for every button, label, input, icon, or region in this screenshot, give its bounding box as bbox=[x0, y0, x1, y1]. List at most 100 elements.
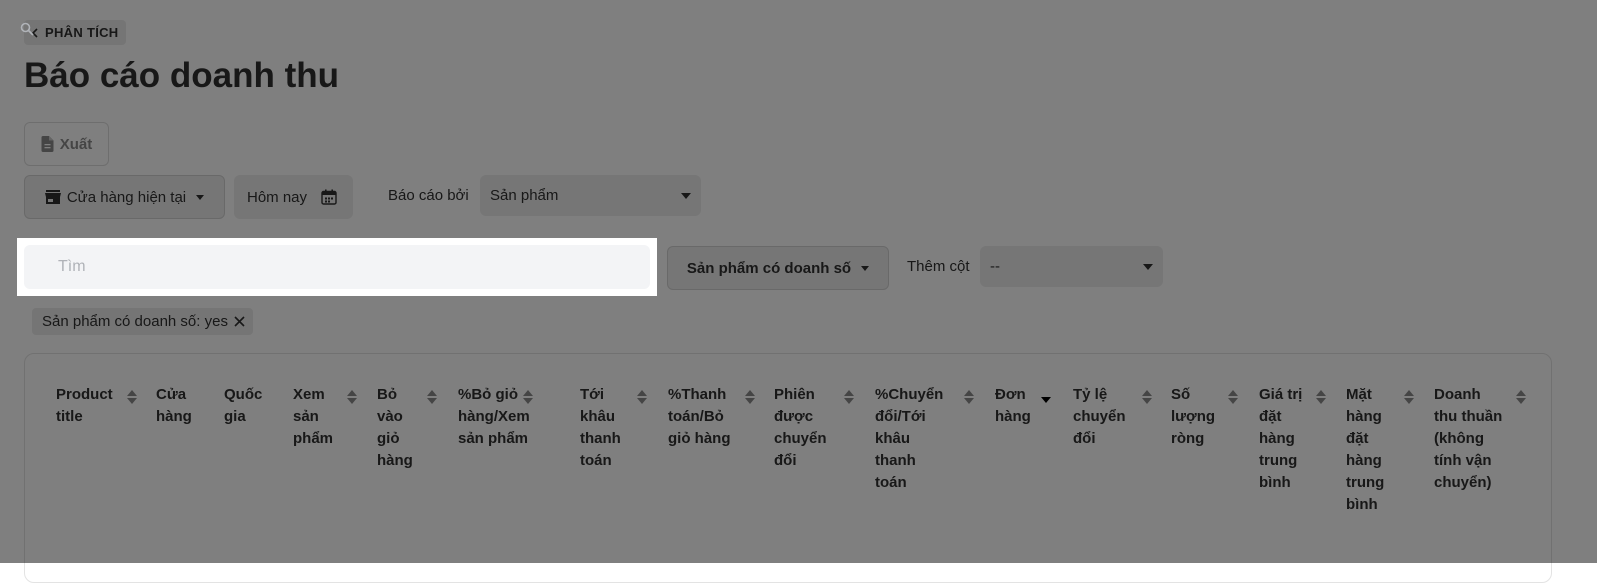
column-header[interactable]: %Bỏ giỏ hàng/Xem sản phẩm bbox=[458, 384, 530, 450]
search-highlight bbox=[17, 238, 657, 296]
column-header-line: (không bbox=[1434, 430, 1484, 447]
column-header[interactable]: Bỏ vào giỏ hàng bbox=[377, 384, 413, 472]
add-column-value: -- bbox=[990, 258, 1000, 275]
sort-icon[interactable] bbox=[427, 389, 437, 405]
store-selector-label: Cửa hàng hiện tại bbox=[66, 188, 187, 206]
column-header-line: chuyển bbox=[1073, 408, 1126, 425]
column-header[interactable]: Tỷ lệ chuyển đổi bbox=[1073, 384, 1126, 450]
column-header-line: hàng bbox=[1346, 452, 1382, 469]
column-header-line: Giá trị bbox=[1259, 386, 1303, 403]
column-header-line: trung bbox=[1259, 452, 1298, 469]
store-icon bbox=[44, 190, 61, 204]
column-header-line: Tỷ lệ bbox=[1073, 386, 1108, 403]
column-header-line: thanh bbox=[580, 430, 621, 447]
column-header[interactable]: Doanh thu thuần (không tính vận chuyển) bbox=[1434, 384, 1502, 494]
sort-icon[interactable] bbox=[745, 389, 755, 405]
product-filter-button[interactable]: Sản phẩm có doanh số bbox=[667, 246, 889, 290]
column-header-line: Số bbox=[1171, 386, 1191, 403]
column-header-line: toán bbox=[580, 452, 612, 469]
column-header-line: ròng bbox=[1171, 430, 1205, 447]
column-header[interactable]: Mặt hàng đặt hàng trung bình bbox=[1346, 384, 1384, 516]
column-header-line: bình bbox=[1259, 474, 1291, 491]
column-header[interactable]: Quốc gia bbox=[224, 384, 262, 428]
column-header-line: đặt bbox=[1259, 408, 1282, 425]
column-header-line: khâu bbox=[580, 408, 616, 425]
column-header[interactable]: Đơn hàng bbox=[995, 384, 1031, 428]
report-by-value: Sản phẩm bbox=[490, 187, 559, 204]
column-header-line: hàng/Xem bbox=[458, 408, 530, 425]
column-header-line: toán bbox=[875, 474, 907, 491]
column-header[interactable]: Tới khâu thanh toán bbox=[580, 384, 621, 472]
caret-down-icon bbox=[196, 194, 205, 200]
column-header-line: Phiên bbox=[774, 386, 815, 403]
add-column-select[interactable]: -- bbox=[980, 246, 1163, 287]
column-header[interactable]: Giá trị đặt hàng trung bình bbox=[1259, 384, 1302, 494]
column-header-line: Doanh bbox=[1434, 386, 1481, 403]
sort-icon[interactable] bbox=[127, 389, 137, 405]
active-filter-label: Sản phẩm có doanh số: yes bbox=[42, 313, 228, 330]
search-icon bbox=[20, 22, 34, 36]
column-header-line: Bỏ bbox=[377, 386, 397, 403]
column-header-line: bình bbox=[1346, 496, 1378, 513]
column-header-line: Quốc bbox=[224, 386, 263, 403]
breadcrumb-back-link[interactable]: PHÂN TÍCH bbox=[24, 20, 127, 45]
sort-icon[interactable] bbox=[1316, 389, 1326, 405]
column-header-line: thanh bbox=[875, 452, 916, 469]
sort-icon[interactable] bbox=[1228, 389, 1238, 405]
column-header-line: lượng bbox=[1171, 408, 1216, 425]
column-header-line: giỏ hàng bbox=[668, 430, 731, 447]
product-filter-label: Sản phẩm có doanh số bbox=[686, 259, 852, 277]
close-icon[interactable] bbox=[234, 316, 245, 327]
column-header[interactable]: %Thanh toán/Bỏ giỏ hàng bbox=[668, 384, 731, 450]
date-label: Hôm nay bbox=[247, 188, 308, 206]
export-label: Xuất bbox=[59, 135, 93, 153]
breadcrumb-label: PHÂN TÍCH bbox=[45, 25, 119, 40]
column-header[interactable]: Product title bbox=[56, 384, 113, 428]
add-column-label: Thêm cột bbox=[907, 258, 970, 275]
sort-descending-icon[interactable] bbox=[1041, 389, 1051, 405]
column-header-line: trung bbox=[1346, 474, 1385, 491]
export-button[interactable]: Xuất bbox=[24, 122, 109, 166]
sort-icon[interactable] bbox=[1404, 389, 1414, 405]
column-header-line: đặt bbox=[1346, 430, 1369, 447]
column-header[interactable]: Xem sản phẩm bbox=[293, 384, 333, 450]
sort-icon[interactable] bbox=[1142, 389, 1152, 405]
column-header-line: Tới bbox=[580, 386, 604, 403]
sort-icon[interactable] bbox=[347, 389, 357, 405]
sort-icon[interactable] bbox=[1516, 389, 1526, 405]
column-header-line: khâu bbox=[875, 430, 911, 447]
active-filter-chip: Sản phẩm có doanh số: yes bbox=[32, 308, 253, 335]
search-input[interactable] bbox=[24, 245, 650, 289]
file-icon bbox=[41, 136, 54, 152]
sort-icon[interactable] bbox=[964, 389, 974, 405]
column-header[interactable]: Cửa hàng bbox=[156, 384, 192, 428]
date-picker-button[interactable]: Hôm nay bbox=[234, 175, 353, 219]
column-header-line: được bbox=[774, 408, 814, 425]
column-header-line: Mặt bbox=[1346, 386, 1372, 403]
column-header-line: hàng bbox=[377, 452, 413, 469]
column-header-line: phẩm bbox=[293, 430, 334, 447]
sort-icon[interactable] bbox=[523, 389, 533, 405]
page-title: Báo cáo doanh thu bbox=[24, 56, 339, 95]
sort-icon[interactable] bbox=[844, 389, 854, 405]
store-selector-button[interactable]: Cửa hàng hiện tại bbox=[24, 175, 225, 219]
column-header-line: chuyển bbox=[774, 430, 827, 447]
column-header-line: sản phẩm bbox=[458, 430, 529, 447]
report-by-select[interactable]: Sản phẩm bbox=[480, 175, 701, 216]
column-header-line: Xem bbox=[293, 386, 325, 403]
column-header-line: chuyển) bbox=[1434, 474, 1492, 491]
calendar-icon bbox=[321, 189, 337, 205]
column-header[interactable]: Số lượng ròng bbox=[1171, 384, 1215, 450]
column-header-line: %Bỏ giỏ bbox=[458, 386, 518, 403]
column-header[interactable]: %Chuyển đổi/Tới khâu thanh toán bbox=[875, 384, 943, 494]
column-header-line: hàng bbox=[1346, 408, 1382, 425]
column-header-line: %Chuyển bbox=[875, 386, 944, 403]
sort-icon[interactable] bbox=[637, 389, 647, 405]
column-header[interactable]: Phiên được chuyển đổi bbox=[774, 384, 827, 472]
column-header-line: hàng bbox=[995, 408, 1031, 425]
column-header-line: đổi bbox=[774, 452, 797, 469]
column-header-line: Product bbox=[56, 386, 113, 403]
column-header-line: title bbox=[56, 408, 83, 425]
revenue-report-page: PHÂN TÍCH Báo cáo doanh thu Xuất Cửa hàn… bbox=[0, 0, 1597, 583]
dropdown-arrow-icon bbox=[1143, 263, 1153, 270]
